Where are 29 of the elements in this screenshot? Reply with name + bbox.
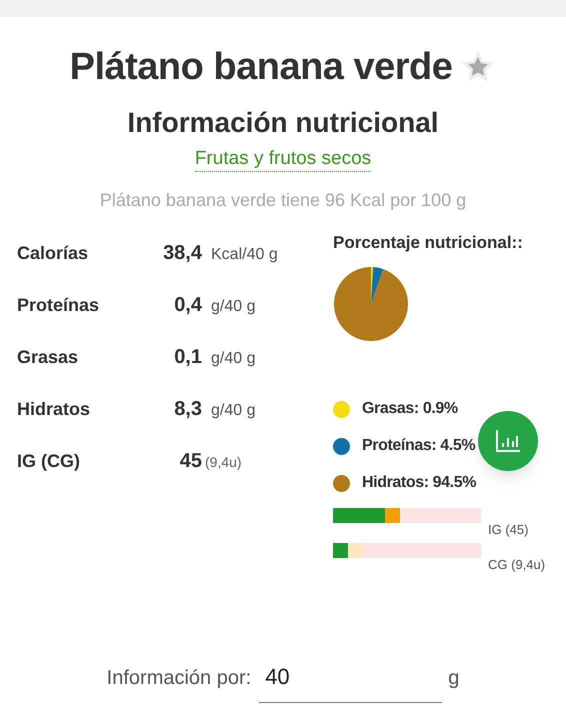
legend-label: Proteínas: 4.5% <box>362 436 476 456</box>
nutrient-label: Proteínas <box>17 294 100 317</box>
nutrient-unit: g/40 g <box>211 349 256 369</box>
bar-chart-icon <box>495 429 521 453</box>
section-heading: Información nutricional <box>127 106 439 140</box>
nutrient-unit: g/40 g <box>211 297 256 317</box>
description-text: Plátano banana verde tiene 96 Kcal por 100 g <box>100 189 466 212</box>
page-title: Plátano banana verde <box>70 45 452 90</box>
nutrient-label: Hidratos <box>17 398 92 421</box>
unit-text: g <box>448 666 460 691</box>
nutrient-label: Grasas <box>17 346 80 369</box>
category-link[interactable]: Frutas y frutos secos <box>194 147 372 172</box>
chart-title: Porcentaje nutricional:: <box>333 232 524 254</box>
legend-label: Grasas: 0.9% <box>362 399 458 419</box>
nutrient-value: 8,3 <box>173 397 202 422</box>
nutrient-value: 38,4 <box>162 241 202 266</box>
nutrient-value: 0,4 <box>173 293 202 318</box>
index-label: IG (45) <box>488 521 528 539</box>
nutrient-unit: (9,4u) <box>205 453 242 472</box>
legend-label: Hidratos: 94.5% <box>362 473 476 493</box>
nutrient-unit: g/40 g <box>211 401 256 421</box>
nutrient-unit: Kcal/40 g <box>211 245 278 265</box>
index-label: CG (9,4u) <box>488 556 546 574</box>
field-label: Información por: <box>106 666 252 691</box>
nutrient-value: 45 <box>178 449 202 474</box>
nutrient-label: Calorías <box>17 242 90 265</box>
amount-input[interactable]: 40 <box>259 657 442 703</box>
nutrient-label: IG (CG) <box>17 450 81 473</box>
nutrient-value: 0,1 <box>173 345 202 370</box>
